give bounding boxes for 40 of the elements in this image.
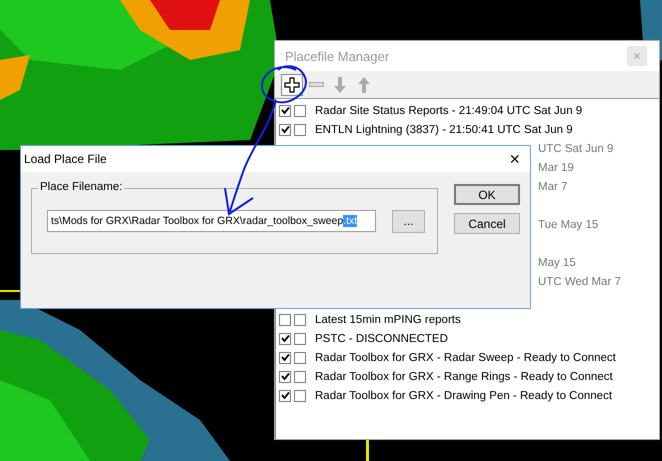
close-button[interactable]: × [503,150,526,168]
placefile-item[interactable]: Mar 7 [538,180,568,192]
checkbox[interactable] [279,352,291,364]
checkbox[interactable] [294,390,306,402]
placefile-item[interactable]: PSTC - DISCONNECTED [315,332,448,344]
dialog-title: Load Place File [24,152,107,166]
arrow-down-icon [331,76,349,94]
placefile-item[interactable]: ENTLN Lightning (3837) - 21:50:41 UTC Sat Jun 9 [315,124,573,136]
checkbox[interactable] [279,104,291,116]
group-label: Place Filename: [38,181,124,193]
placefile-item[interactable]: UTC Wed Mar 7 [538,276,621,288]
ok-button[interactable]: OK [454,184,520,205]
checkbox[interactable] [294,314,306,326]
filename-field[interactable]: ts\Mods for GRX\Radar Toolbox for GRX\radar_toolbox_sweep.txt [47,210,376,232]
placefile-item[interactable]: Radar Site Status Reports - 21:49:04 UTC Sat Jun 9 [315,104,582,116]
checkbox[interactable] [279,314,291,326]
plus-icon [283,76,301,94]
checkbox[interactable] [294,352,306,364]
cancel-button[interactable]: Cancel [454,213,520,234]
minus-icon [308,82,324,87]
placefile-item[interactable]: Latest 15min mPING reports [315,314,461,326]
arrow-up-icon [355,76,373,94]
checkbox[interactable] [294,124,306,136]
browse-button[interactable]: ... [392,210,425,232]
placefile-item[interactable]: UTC Sat Jun 9 [538,142,614,154]
add-button[interactable] [281,74,303,96]
checkbox[interactable] [279,332,291,344]
checkbox[interactable] [294,370,306,382]
placefile-item[interactable]: Tue May 15 [538,218,598,230]
placefile-item[interactable]: Radar Toolbox for GRX - Radar Sweep - Ready to Connect [315,352,616,364]
checkbox[interactable] [294,104,306,116]
window-title: Placefile Manager [285,48,390,64]
placefile-item[interactable]: Radar Toolbox for GRX - Range Rings - Ready to Connect [315,370,613,382]
checkbox[interactable] [279,124,291,136]
placefile-item[interactable]: May 15 [538,256,576,268]
checkbox[interactable] [294,332,306,344]
placefile-item[interactable]: Mar 19 [538,162,574,174]
checkbox[interactable] [279,370,291,382]
placefile-item[interactable]: Radar Toolbox for GRX - Drawing Pen - Ready to Connect [315,390,612,402]
checkbox[interactable] [279,390,291,402]
